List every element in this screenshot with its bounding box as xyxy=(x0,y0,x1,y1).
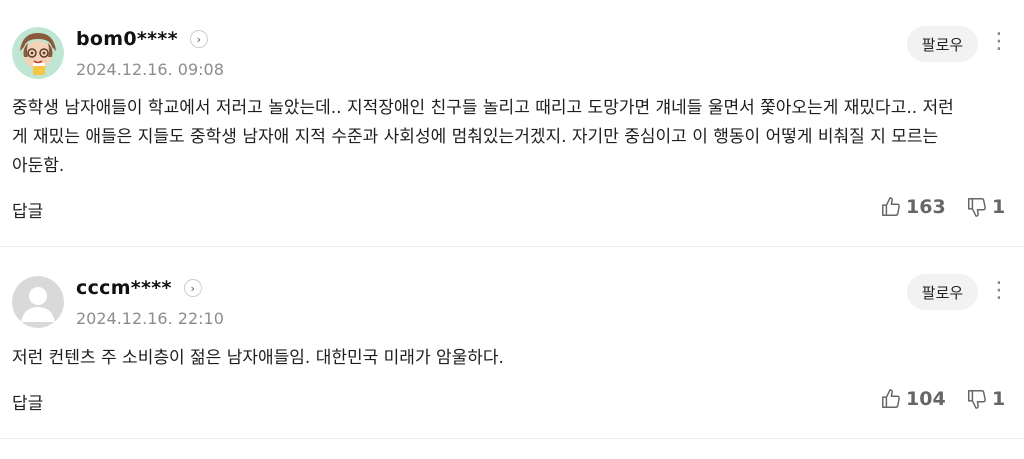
dislike-count: 1 xyxy=(992,196,1006,218)
thumbs-down-icon xyxy=(968,390,986,409)
like-button[interactable]: 104 xyxy=(880,388,946,410)
reply-button[interactable]: 답글 xyxy=(12,389,43,414)
dislike-button[interactable]: 1 xyxy=(966,388,1005,410)
like-count: 104 xyxy=(906,388,946,410)
dislike-count: 1 xyxy=(992,388,1006,410)
default-avatar-icon xyxy=(12,276,64,328)
chevron-right-icon[interactable]: › xyxy=(189,30,208,48)
comment-text-line: 아둔함. xyxy=(12,156,65,176)
comment-text: 저런 컨텐츠 주 소비층이 젊은 남자애들임. 대한민국 미래가 암울하다. xyxy=(12,344,1012,373)
comment-date: 2024.12.16. 09:08 xyxy=(76,60,224,79)
username-row: cccm**** › xyxy=(76,277,202,299)
thumbs-up-icon xyxy=(882,389,900,408)
dislike-button[interactable]: 1 xyxy=(966,196,1005,218)
avatar-illustration-icon xyxy=(12,27,64,79)
like-count: 163 xyxy=(906,196,946,218)
like-button[interactable]: 163 xyxy=(880,196,946,218)
follow-button[interactable]: 팔로우 xyxy=(907,274,978,310)
username[interactable]: cccm**** xyxy=(76,277,172,299)
comment-text-line: 저런 컨텐츠 주 소비층이 젊은 남자애들임. 대한민국 미래가 암울하다. xyxy=(12,348,504,368)
thumbs-up-icon xyxy=(882,197,900,216)
follow-button[interactable]: 팔로우 xyxy=(907,26,978,62)
comment-text-line: 게 재밌는 애들은 지들도 중학생 남자애 지적 수준과 사회성에 멈춰있는거겠… xyxy=(12,127,939,147)
comment-item: cccm**** › 2024.12.16. 22:10 팔로우 ⋮ 저런 컨텐… xyxy=(0,247,1024,439)
comment-text-line: 중학생 남자애들이 학교에서 저러고 놀았는데.. 지적장애인 친구들 놀리고 … xyxy=(12,98,954,118)
avatar[interactable] xyxy=(12,276,64,328)
username[interactable]: bom0**** xyxy=(76,28,178,50)
more-vertical-icon[interactable]: ⋮ xyxy=(988,277,1010,305)
comment-date: 2024.12.16. 22:10 xyxy=(76,309,224,328)
reply-button[interactable]: 답글 xyxy=(12,197,43,222)
username-row: bom0**** › xyxy=(76,28,208,50)
chevron-right-icon[interactable]: › xyxy=(183,279,202,297)
avatar[interactable] xyxy=(12,27,64,79)
thumbs-down-icon xyxy=(968,198,986,217)
comment-item: bom0**** › 2024.12.16. 09:08 팔로우 ⋮ 중학생 남… xyxy=(0,0,1024,247)
comment-text: 중학생 남자애들이 학교에서 저러고 놀았는데.. 지적장애인 친구들 놀리고 … xyxy=(12,94,1012,181)
more-vertical-icon[interactable]: ⋮ xyxy=(988,28,1010,56)
